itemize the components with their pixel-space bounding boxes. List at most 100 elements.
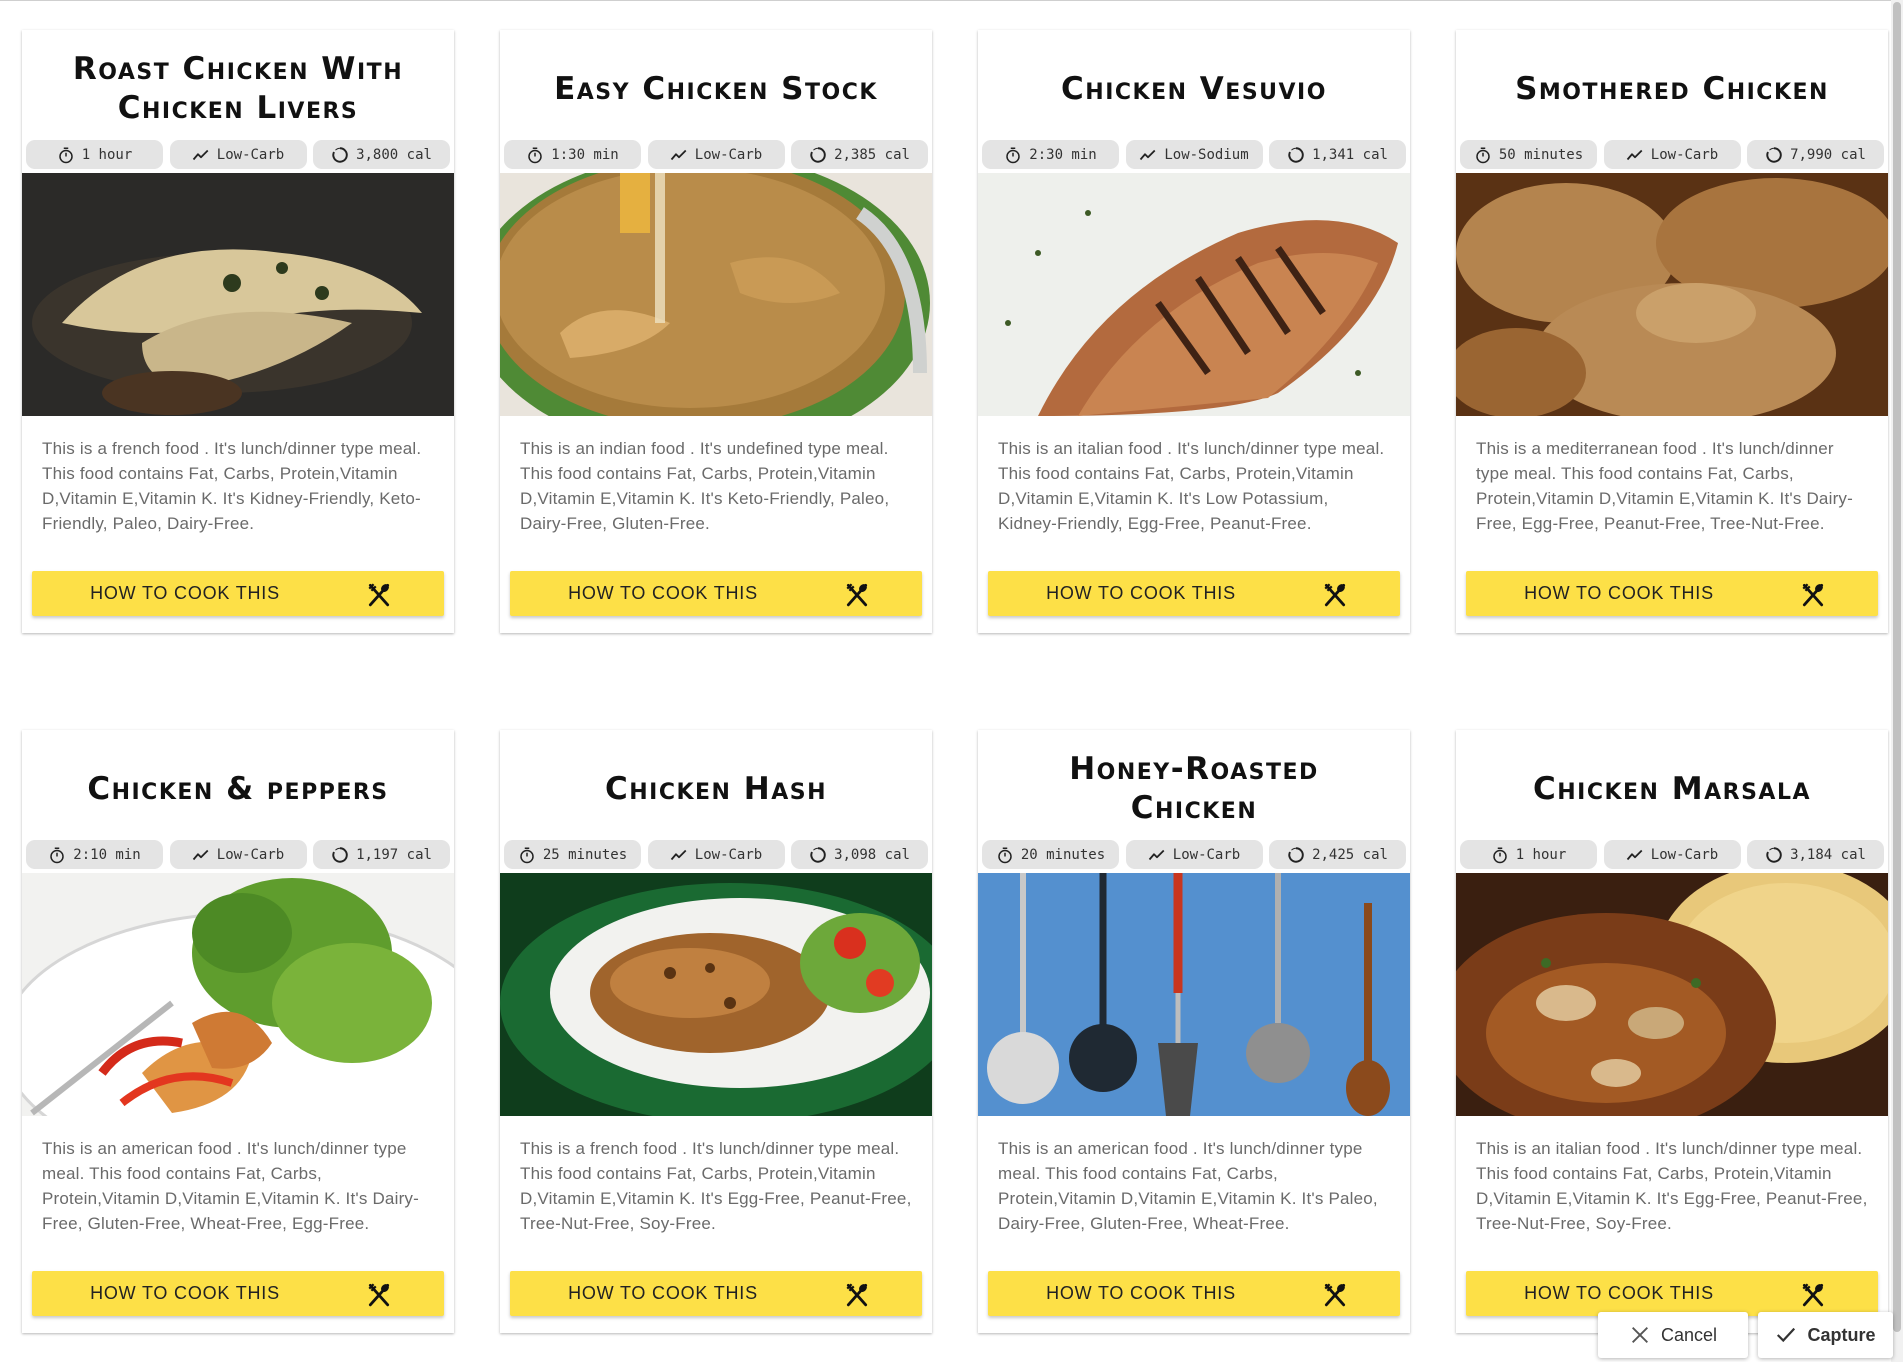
- recipe-title: Chicken Hash: [604, 770, 827, 807]
- recipe-info-chips: 1 hour Low-Carb 3,184 cal: [1456, 840, 1888, 873]
- cook-button-label: HOW TO COOK THIS: [568, 583, 758, 603]
- calories-chip: 7,990 cal: [1747, 140, 1884, 169]
- recipe-description: This is an italian food . It's lunch/din…: [1476, 1139, 1868, 1233]
- time-chip: 1:30 min: [504, 140, 641, 169]
- time-chip: 1 hour: [26, 140, 163, 169]
- utensils-icon: [1322, 1281, 1348, 1307]
- calories-chip: 1,197 cal: [313, 840, 450, 869]
- trend-icon: [192, 146, 210, 164]
- how-to-cook-button[interactable]: HOW TO COOK THIS: [1466, 571, 1878, 616]
- recipe-info-chips: 2:10 min Low-Carb 1,197 cal: [22, 840, 454, 873]
- time-chip: 2:10 min: [26, 840, 163, 869]
- recipe-info-chips: 20 minutes Low-Carb 2,425 cal: [978, 840, 1410, 873]
- trend-icon: [670, 146, 688, 164]
- utensils-icon: [1800, 581, 1826, 607]
- how-to-cook-button[interactable]: HOW TO COOK THIS: [32, 571, 444, 616]
- calories-value: 1,197 cal: [356, 846, 432, 863]
- diet-chip: Low-Carb: [169, 840, 307, 869]
- scrollbar-thumb[interactable]: [1893, 2, 1901, 1332]
- calorie-ring-icon: [331, 146, 349, 164]
- how-to-cook-button[interactable]: HOW TO COOK THIS: [32, 1271, 444, 1316]
- timer-icon: [1004, 146, 1022, 164]
- timer-icon: [57, 146, 75, 164]
- time-chip: 20 minutes: [982, 840, 1119, 869]
- diet-value: Low-Carb: [694, 846, 763, 863]
- recipe-info-chips: 2:30 min Low-Sodium 1,341 cal: [978, 140, 1410, 173]
- time-value: 20 minutes: [1020, 846, 1106, 863]
- utensils-icon: [844, 581, 870, 607]
- calories-value: 7,990 cal: [1790, 146, 1866, 163]
- calories-value: 2,425 cal: [1312, 846, 1388, 863]
- how-to-cook-button[interactable]: HOW TO COOK THIS: [510, 1271, 922, 1316]
- utensils-icon: [1800, 1281, 1826, 1307]
- close-icon: [1632, 1327, 1648, 1343]
- time-value: 50 minutes: [1498, 146, 1584, 163]
- capture-label: Capture: [1807, 1324, 1876, 1345]
- recipe-title: Smothered Chicken: [1515, 70, 1829, 107]
- utensils-icon: [1322, 581, 1348, 607]
- timer-icon: [1491, 846, 1509, 864]
- diet-chip: Low-Carb: [647, 140, 785, 169]
- calories-value: 2,385 cal: [834, 146, 910, 163]
- how-to-cook-button[interactable]: HOW TO COOK THIS: [988, 571, 1400, 616]
- calories-chip: 3,800 cal: [313, 140, 450, 169]
- time-value: 2:10 min: [73, 846, 141, 863]
- recipe-title: Easy Chicken Stock: [554, 70, 878, 107]
- kitchen-utensils-photo: [978, 873, 1410, 1116]
- cook-button-label: HOW TO COOK THIS: [1524, 583, 1714, 603]
- cancel-label: Cancel: [1660, 1324, 1718, 1345]
- calories-chip: 2,425 cal: [1269, 840, 1406, 869]
- calories-chip: 1,341 cal: [1269, 140, 1406, 169]
- recipe-info-chips: 50 minutes Low-Carb 7,990 cal: [1456, 140, 1888, 173]
- stock-pot-photo: [500, 173, 932, 416]
- recipe-description: This is an italian food . It's lunch/din…: [998, 439, 1385, 533]
- utensils-icon: [366, 1281, 392, 1307]
- diet-chip: Low-Carb: [1125, 840, 1263, 869]
- recipe-description: This is a mediterranean food . It's lunc…: [1476, 439, 1853, 533]
- how-to-cook-button[interactable]: HOW TO COOK THIS: [988, 1271, 1400, 1316]
- how-to-cook-button[interactable]: HOW TO COOK THIS: [510, 571, 922, 616]
- time-value: 1 hour: [1515, 846, 1567, 863]
- recipe-description: This is a french food . It's lunch/dinne…: [520, 1139, 912, 1233]
- top-divider: [0, 0, 1903, 1]
- time-value: 2:30 min: [1029, 146, 1097, 163]
- recipe-description: This is an american food . It's lunch/di…: [998, 1139, 1378, 1233]
- trend-icon: [1626, 146, 1644, 164]
- cancel-button[interactable]: Cancel: [1598, 1312, 1748, 1358]
- diet-value: Low-Carb: [1172, 846, 1241, 863]
- checkmark-icon: [1777, 1327, 1796, 1343]
- recipe-title: Roast Chicken With Chicken Livers: [72, 51, 404, 126]
- time-chip: 2:30 min: [982, 140, 1119, 169]
- cook-button-label: HOW TO COOK THIS: [1524, 1283, 1714, 1303]
- calorie-ring-icon: [1287, 146, 1305, 164]
- timer-icon: [996, 846, 1014, 864]
- diet-chip: Low-Sodium: [1125, 140, 1263, 169]
- calorie-ring-icon: [331, 846, 349, 864]
- recipe-description: This is a french food . It's lunch/dinne…: [42, 439, 422, 533]
- recipe-info-chips: 1 hour Low-Carb 3,800 cal: [22, 140, 454, 173]
- calorie-ring-icon: [809, 146, 827, 164]
- recipe-card: Smothered Chicken 50 minutes Low-Carb 7,…: [1456, 30, 1888, 633]
- diet-value: Low-Carb: [694, 146, 763, 163]
- capture-action-bar: Cancel Capture: [1598, 1312, 1893, 1358]
- how-to-cook-button[interactable]: HOW TO COOK THIS: [1466, 1271, 1878, 1316]
- diet-value: Low-Carb: [1650, 146, 1719, 163]
- trend-icon: [1139, 146, 1157, 164]
- diet-value: Low-Carb: [216, 146, 285, 163]
- time-value: 25 minutes: [542, 846, 628, 863]
- chicken-hash-photo: [500, 873, 932, 1116]
- vertical-scrollbar[interactable]: [1891, 0, 1903, 1362]
- timer-icon: [518, 846, 536, 864]
- calorie-ring-icon: [1765, 846, 1783, 864]
- trend-icon: [1148, 846, 1166, 864]
- diet-chip: Low-Carb: [1603, 140, 1741, 169]
- trend-icon: [670, 846, 688, 864]
- recipe-title: Chicken & peppers: [87, 770, 389, 807]
- capture-button[interactable]: Capture: [1758, 1312, 1893, 1358]
- diet-chip: Low-Carb: [1603, 840, 1741, 869]
- diet-value: Low-Sodium: [1164, 146, 1249, 163]
- diet-chip: Low-Carb: [647, 840, 785, 869]
- cook-button-label: HOW TO COOK THIS: [1046, 583, 1236, 603]
- time-chip: 1 hour: [1460, 840, 1597, 869]
- cook-button-label: HOW TO COOK THIS: [568, 1283, 758, 1303]
